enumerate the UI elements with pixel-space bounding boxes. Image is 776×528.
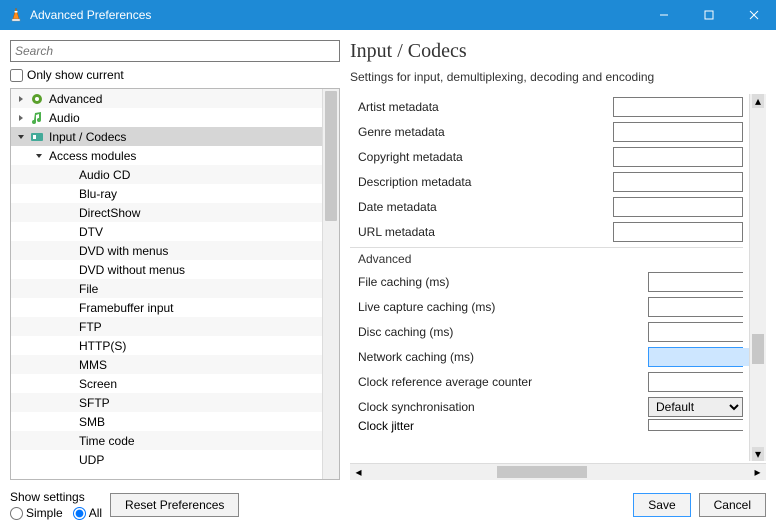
field-artist-metadata: Artist metadata <box>350 94 743 119</box>
field-file-caching: File caching (ms) ▴▾ <box>350 269 743 294</box>
chevron-down-icon[interactable] <box>15 131 27 143</box>
field-url-metadata: URL metadata <box>350 219 743 244</box>
tree-leaf[interactable]: UDP <box>11 450 322 469</box>
settings-hscrollbar[interactable]: ◂ ▸ <box>350 463 766 480</box>
tree-leaf[interactable]: Framebuffer input <box>11 298 322 317</box>
close-button[interactable] <box>731 0 776 30</box>
field-copyright-metadata: Copyright metadata <box>350 144 743 169</box>
show-settings-label: Show settings <box>10 490 102 504</box>
save-button[interactable]: Save <box>633 493 690 517</box>
scrollbar-thumb[interactable] <box>497 466 587 478</box>
settings-panel: Input / Codecs Settings for input, demul… <box>350 40 766 480</box>
cancel-button[interactable]: Cancel <box>699 493 766 517</box>
field-clock-ref: Clock reference average counter ▴▾ <box>350 369 743 394</box>
scrollbar-thumb[interactable] <box>325 91 337 221</box>
scroll-right-icon[interactable]: ▸ <box>749 464 766 480</box>
page-subtitle: Settings for input, demultiplexing, deco… <box>350 70 766 90</box>
sidebar: Only show current Advanced Audio <box>10 40 340 480</box>
scroll-down-icon[interactable]: ▾ <box>752 447 764 461</box>
tree-leaf[interactable]: DVD with menus <box>11 241 322 260</box>
tree-node-input-codecs[interactable]: Input / Codecs <box>11 127 322 146</box>
chevron-down-icon[interactable] <box>33 150 45 162</box>
genre-metadata-input[interactable] <box>613 122 743 142</box>
preferences-tree[interactable]: Advanced Audio Input / Codecs Acc <box>11 89 322 479</box>
clock-ref-input[interactable] <box>649 373 749 391</box>
copyright-metadata-input[interactable] <box>613 147 743 167</box>
codec-icon <box>29 129 45 145</box>
disc-caching-input[interactable] <box>649 323 749 341</box>
tree-leaf[interactable]: DVD without menus <box>11 260 322 279</box>
only-show-current-label: Only show current <box>27 68 124 82</box>
settings-scrollbar[interactable]: ▴ ▾ <box>749 94 766 461</box>
footer: Show settings Simple All Reset Preferenc… <box>10 486 766 520</box>
minimize-button[interactable] <box>641 0 686 30</box>
tree-node-audio[interactable]: Audio <box>11 108 322 127</box>
field-genre-metadata: Genre metadata <box>350 119 743 144</box>
field-network-caching: Network caching (ms) ▴▾ <box>350 344 743 369</box>
clock-jitter-input[interactable] <box>649 420 743 430</box>
field-date-metadata: Date metadata <box>350 194 743 219</box>
search-input[interactable] <box>10 40 340 62</box>
tree-leaf[interactable]: SFTP <box>11 393 322 412</box>
tree-scrollbar[interactable] <box>322 89 339 479</box>
scrollbar-thumb[interactable] <box>752 334 764 364</box>
date-metadata-input[interactable] <box>613 197 743 217</box>
field-description-metadata: Description metadata <box>350 169 743 194</box>
tree-leaf[interactable]: Time code <box>11 431 322 450</box>
tree-leaf[interactable]: DirectShow <box>11 203 322 222</box>
app-icon <box>8 7 24 23</box>
simple-radio[interactable]: Simple <box>10 506 63 520</box>
tree-node-access-modules[interactable]: Access modules <box>11 146 322 165</box>
field-clock-jitter: Clock jitter <box>350 419 743 433</box>
page-title: Input / Codecs <box>350 40 766 70</box>
scroll-up-icon[interactable]: ▴ <box>752 94 764 108</box>
only-show-current-check[interactable] <box>10 69 23 82</box>
music-note-icon <box>29 110 45 126</box>
tree-leaf[interactable]: HTTP(S) <box>11 336 322 355</box>
tree-leaf[interactable]: FTP <box>11 317 322 336</box>
field-live-caching: Live capture caching (ms) ▴▾ <box>350 294 743 319</box>
reset-preferences-button[interactable]: Reset Preferences <box>110 493 239 517</box>
chevron-right-icon[interactable] <box>15 112 27 124</box>
all-radio[interactable]: All <box>73 506 102 520</box>
window-title: Advanced Preferences <box>30 8 641 22</box>
live-caching-input[interactable] <box>649 298 749 316</box>
file-caching-input[interactable] <box>649 273 749 291</box>
tree-leaf[interactable]: MMS <box>11 355 322 374</box>
maximize-button[interactable] <box>686 0 731 30</box>
scroll-left-icon[interactable]: ◂ <box>350 464 367 480</box>
tree-node-advanced[interactable]: Advanced <box>11 89 322 108</box>
tree-leaf[interactable]: SMB <box>11 412 322 431</box>
description-metadata-input[interactable] <box>613 172 743 192</box>
tree-leaf[interactable]: Screen <box>11 374 322 393</box>
network-caching-input[interactable] <box>649 348 749 366</box>
gear-icon <box>29 91 45 107</box>
field-clock-sync: Clock synchronisation Default <box>350 394 743 419</box>
tree-leaf[interactable]: Blu-ray <box>11 184 322 203</box>
tree-leaf[interactable]: DTV <box>11 222 322 241</box>
tree-leaf[interactable]: File <box>11 279 322 298</box>
url-metadata-input[interactable] <box>613 222 743 242</box>
advanced-section-header: Advanced <box>350 247 743 269</box>
field-disc-caching: Disc caching (ms) ▴▾ <box>350 319 743 344</box>
only-show-current-checkbox[interactable]: Only show current <box>10 66 340 84</box>
titlebar: Advanced Preferences <box>0 0 776 30</box>
artist-metadata-input[interactable] <box>613 97 743 117</box>
clock-sync-select[interactable]: Default <box>648 397 743 417</box>
tree-leaf[interactable]: Audio CD <box>11 165 322 184</box>
chevron-right-icon[interactable] <box>15 93 27 105</box>
